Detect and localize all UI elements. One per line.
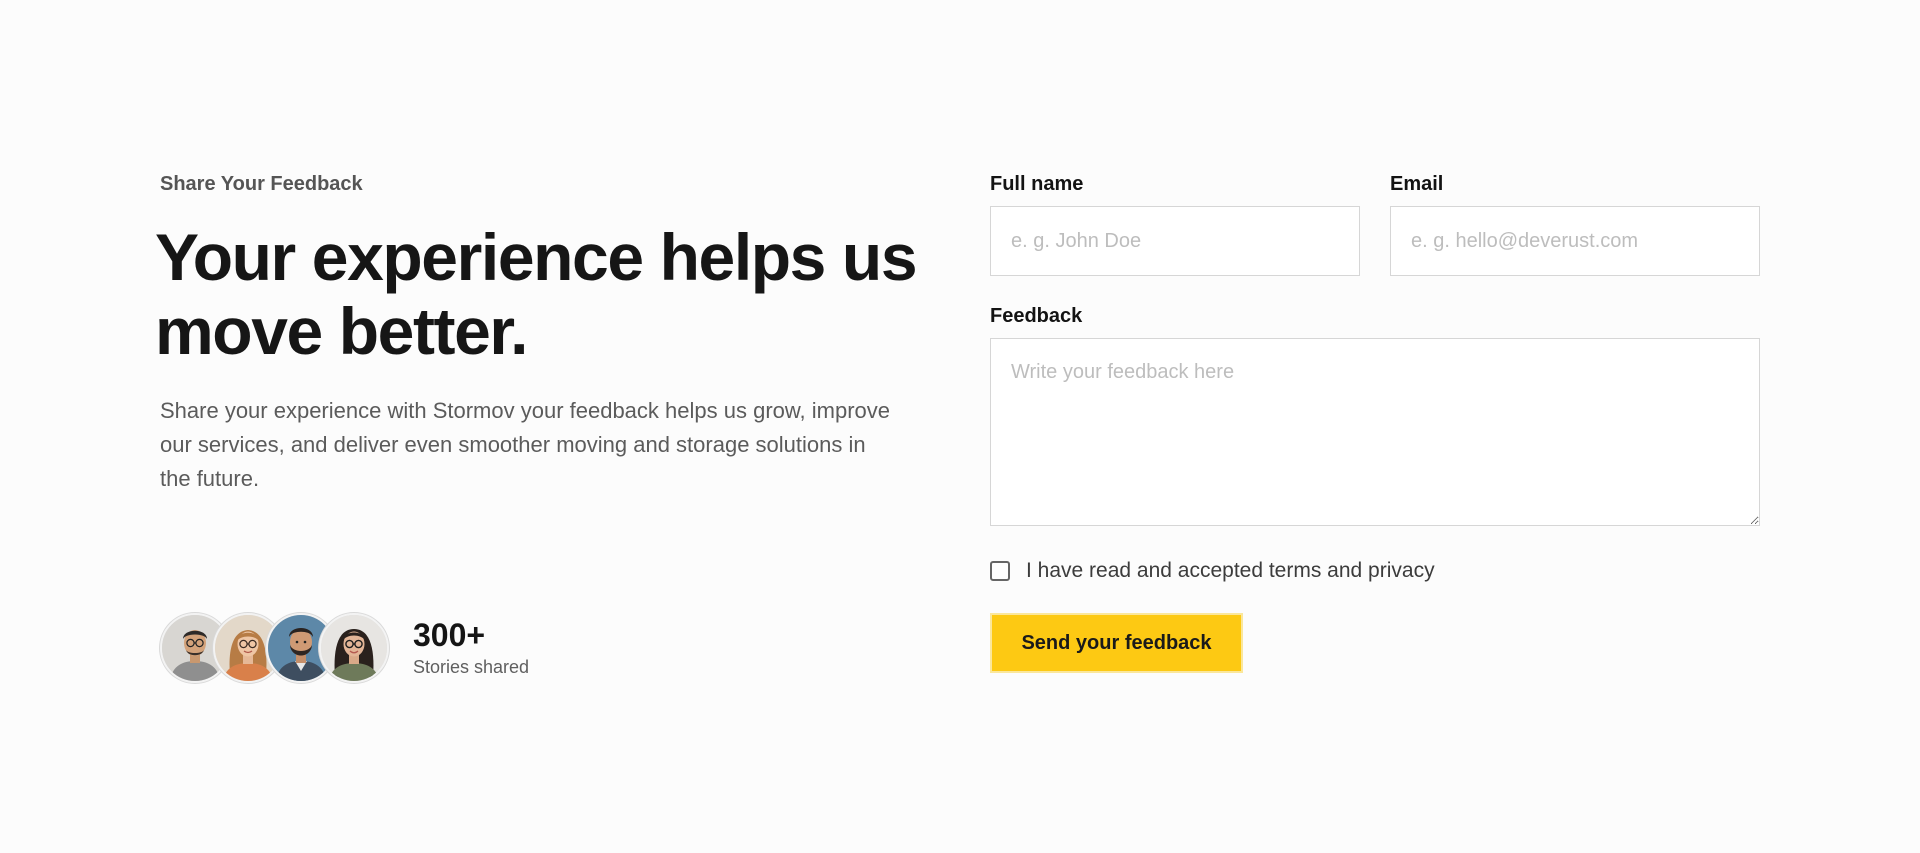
email-field-group: Email — [1390, 172, 1760, 276]
hero-subtitle: Share your experience with Stormov your … — [160, 398, 891, 491]
feedback-form: Full name Email Feedback I have read and… — [990, 172, 1760, 673]
terms-label[interactable]: I have read and accepted terms and priva… — [1026, 559, 1435, 583]
full-name-field-group: Full name — [990, 172, 1360, 276]
avatar — [319, 613, 389, 683]
feedback-textarea[interactable] — [990, 338, 1760, 526]
avatar-group — [160, 613, 389, 683]
page-title: Your experience helps us move better. — [155, 220, 920, 368]
send-feedback-button[interactable]: Send your feedback — [990, 613, 1243, 673]
social-proof-text: 300+ Stories shared — [413, 617, 529, 679]
feedback-field-group: Feedback — [990, 304, 1760, 526]
terms-row[interactable]: I have read and accepted terms and priva… — [990, 559, 1760, 583]
stories-count: 300+ — [413, 617, 486, 653]
hero-section: Share Your Feedback Your experience help… — [155, 172, 920, 496]
avatar-woman-dark-hair-icon — [321, 615, 387, 681]
email-label: Email — [1390, 173, 1444, 195]
social-proof: 300+ Stories shared — [160, 613, 529, 683]
email-field[interactable] — [1390, 206, 1760, 276]
stories-count-label: Stories shared — [413, 657, 530, 677]
feedback-label: Feedback — [990, 305, 1083, 327]
full-name-label: Full name — [990, 173, 1084, 195]
terms-checkbox[interactable] — [990, 561, 1010, 581]
headline-line-2: move better. — [155, 294, 528, 368]
eyebrow-label: Share Your Feedback — [160, 173, 363, 195]
full-name-input[interactable] — [990, 206, 1360, 276]
headline-line-1: Your experience helps us — [155, 220, 918, 294]
name-email-row: Full name Email — [990, 172, 1760, 276]
